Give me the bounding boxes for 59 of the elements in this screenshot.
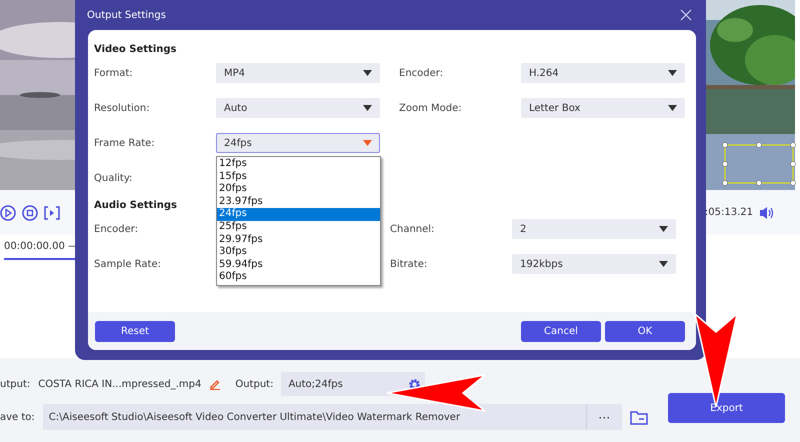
field-label: Encoder:: [94, 222, 140, 236]
save-path-field[interactable]: C:\Aiseesoft Studio\Aiseesoft Video Converter Ultimate\Video Watermark Remover: [42, 404, 586, 430]
dropdown-field[interactable]: Letter Box: [521, 98, 685, 118]
save-to-label: ave to:: [0, 412, 35, 422]
field-label: Channel:: [390, 222, 436, 236]
volume-icon[interactable]: [759, 206, 775, 220]
section-heading: Video Settings: [94, 44, 176, 55]
dropdown-option[interactable]: 59.94fps: [217, 258, 380, 272]
settings-icon[interactable]: [408, 378, 422, 390]
end-time: :05:13.21: [704, 207, 753, 218]
dropdown-option[interactable]: 30fps: [217, 246, 380, 259]
caret-icon: [363, 140, 372, 146]
caret-icon: [659, 226, 668, 232]
dropdown-field[interactable]: 192kbps: [512, 254, 676, 274]
output-format-value: Auto;24fps: [288, 378, 343, 390]
play-icon[interactable]: [0, 204, 16, 220]
folder-icon[interactable]: [630, 410, 648, 424]
dialog-button[interactable]: Reset: [95, 320, 175, 342]
dropdown-option[interactable]: 15fps: [217, 170, 380, 184]
export-button[interactable]: Export: [668, 393, 785, 423]
field-label: Zoom Mode:: [399, 102, 463, 116]
dropdown-option[interactable]: 24fps: [217, 208, 380, 221]
field-label: Frame Rate:: [94, 136, 156, 150]
file-name: COSTA RICA IN...mpressed_.mp4: [38, 378, 202, 390]
caret-icon: [659, 261, 668, 267]
selection-box[interactable]: [722, 142, 796, 186]
dropdown-field[interactable]: 2: [512, 219, 676, 239]
dropdown-field[interactable]: Auto: [216, 98, 380, 118]
pencil-icon[interactable]: [209, 378, 222, 390]
field-label: Format:: [94, 66, 134, 80]
field-label: Encoder:: [399, 66, 444, 80]
dialog-title: Output Settings: [87, 10, 166, 20]
dropdown-option[interactable]: 29.97fps: [217, 234, 380, 246]
stop-icon[interactable]: [22, 204, 38, 220]
caret-icon: [668, 70, 677, 76]
output-format-label: Output:: [235, 378, 274, 390]
dialog-button[interactable]: Cancel: [521, 320, 601, 342]
close-icon[interactable]: [680, 9, 692, 21]
dropdown-field[interactable]: H.264: [521, 63, 685, 83]
clip-icon[interactable]: [44, 204, 60, 220]
field-label: Sample Rate:: [94, 258, 162, 272]
browse-button[interactable]: ···: [586, 404, 622, 430]
caret-icon: [668, 105, 677, 111]
dropdown-field[interactable]: MP4: [216, 63, 380, 83]
dropdown-option[interactable]: 25fps: [217, 220, 380, 234]
dropdown-option[interactable]: 23.97fps: [217, 196, 380, 208]
output-label: utput:: [0, 378, 30, 390]
dialog-button[interactable]: OK: [605, 320, 685, 342]
dropdown-option[interactable]: 20fps: [217, 183, 380, 196]
field-label: Quality:: [94, 172, 134, 186]
field-label: Bitrate:: [390, 258, 428, 272]
output-format-field[interactable]: Auto;24fps: [281, 372, 426, 396]
caret-icon: [363, 105, 372, 111]
field-label: Resolution:: [94, 102, 151, 116]
dropdown-field[interactable]: 24fps: [216, 133, 380, 153]
caret-icon: [363, 70, 372, 76]
dropdown-option[interactable]: 12fps: [217, 158, 380, 171]
dropdown-option[interactable]: 60fps: [217, 271, 380, 284]
section-heading: Audio Settings: [94, 200, 177, 211]
